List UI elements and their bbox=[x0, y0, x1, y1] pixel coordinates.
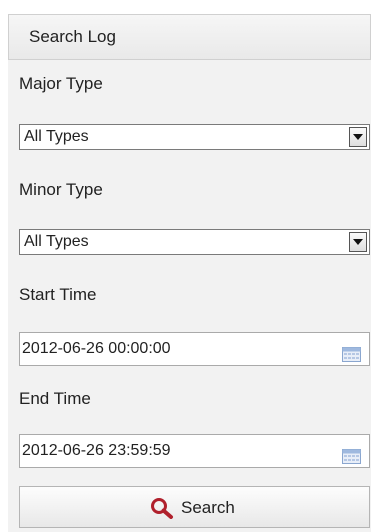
minor-type-select[interactable]: All Types bbox=[19, 229, 370, 255]
end-time-field[interactable]: 2012-06-26 23:59:59 bbox=[19, 434, 370, 468]
major-type-value: All Types bbox=[24, 128, 89, 145]
minor-type-value: All Types bbox=[24, 233, 89, 250]
start-time-label: Start Time bbox=[19, 285, 97, 304]
search-button-label: Search bbox=[181, 498, 235, 517]
chevron-down-icon[interactable] bbox=[349, 127, 367, 147]
search-button[interactable]: Search bbox=[19, 486, 370, 528]
major-type-label: Major Type bbox=[19, 74, 103, 93]
panel-title: Search Log bbox=[8, 14, 371, 60]
start-time-value: 2012-06-26 00:00:00 bbox=[22, 340, 171, 357]
chevron-down-icon[interactable] bbox=[349, 232, 367, 252]
end-time-value: 2012-06-26 23:59:59 bbox=[22, 442, 171, 459]
start-time-field[interactable]: 2012-06-26 00:00:00 bbox=[19, 332, 370, 366]
search-icon bbox=[151, 498, 173, 519]
end-time-label: End Time bbox=[19, 389, 91, 408]
search-log-panel: Search Log Major Type All Types Minor Ty… bbox=[0, 0, 379, 532]
calendar-icon[interactable] bbox=[342, 444, 361, 464]
minor-type-label: Minor Type bbox=[19, 180, 103, 199]
major-type-select[interactable]: All Types bbox=[19, 124, 370, 150]
calendar-icon[interactable] bbox=[342, 342, 361, 362]
